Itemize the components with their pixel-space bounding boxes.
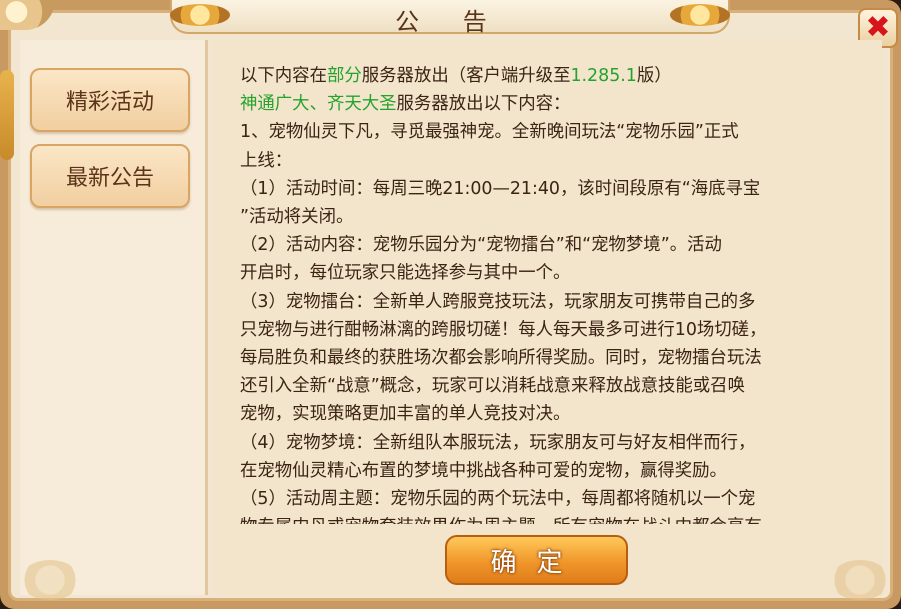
cloud-ornament-icon bbox=[670, 4, 730, 26]
announcement-content[interactable]: 以下内容在部分服务器放出（客户端升级至1.285.1版） 神通广大、齐天大圣服务… bbox=[212, 40, 882, 595]
tassel-ornament-icon bbox=[0, 70, 14, 160]
title-bar: 公 告 bbox=[170, 0, 730, 36]
announcement-line: （3）宠物擂台：全新单人跨服竞技玩法，玩家朋友可携带自己的多 bbox=[240, 291, 756, 312]
text-segment: 服务器放出以下内容： bbox=[396, 94, 571, 115]
announcement-line: 物专属内丹或宠物套装效果作为周主题，所有宠物在战斗中都会享有 bbox=[240, 513, 855, 524]
announcement-line: 宠物，实现策略更加丰富的单人竞技对决。 bbox=[240, 404, 571, 425]
announcement-line: 1、宠物仙灵下凡，寻觅最强神宠。全新晚间玩法“宠物乐园”正式 bbox=[240, 122, 739, 143]
text-segment: 服务器放出（客户端升级至 bbox=[361, 66, 571, 86]
announcement-line: 开启时，每位玩家只能选择参与其中一个。 bbox=[240, 263, 571, 284]
sidebar: 精彩活动 最新公告 bbox=[20, 40, 205, 595]
tab-featured-events[interactable]: 精彩活动 bbox=[30, 68, 190, 132]
announcement-line: 每局胜负和最终的获胜场次都会影响所得奖励。同时，宠物擂台玩法 bbox=[240, 348, 762, 369]
confirm-button[interactable]: 确定 bbox=[445, 535, 628, 585]
announcement-line: （5）活动周主题：宠物乐园的两个玩法中，每周都将随机以一个宠 bbox=[240, 489, 756, 510]
divider bbox=[205, 40, 208, 595]
highlight-text: 部分 bbox=[326, 66, 362, 86]
cloud-ornament-icon bbox=[20, 560, 80, 600]
text-segment: 以下内容在 bbox=[240, 66, 327, 86]
announcement-line: （1）活动时间：每周三晚21:00—21:40，该时间段原有“海底寻宝 bbox=[240, 178, 761, 199]
tab-latest-announcement[interactable]: 最新公告 bbox=[30, 144, 190, 208]
close-icon: ✖ bbox=[865, 10, 891, 45]
announcement-line: 神通广大、齐天大圣服务器放出以下内容： bbox=[240, 90, 855, 118]
dialog-title: 公 告 bbox=[395, 8, 505, 36]
text-segment: 版） bbox=[636, 66, 672, 86]
announcement-dialog: 公 告 ✖ 精彩活动 最新公告 以下内容在部分服务器放出（客户端升级至1.285… bbox=[0, 0, 901, 609]
version-text: 1.285.1 bbox=[570, 66, 637, 86]
cloud-ornament-icon bbox=[830, 560, 890, 600]
announcement-line: （4）宠物梦境：全新组队本服玩法，玩家朋友可与好友相伴而行， bbox=[240, 432, 756, 453]
announcement-line: 还引入全新“战意”概念，玩家可以消耗战意来释放战意技能或召唤 bbox=[240, 376, 745, 397]
announcement-line: 只宠物与进行酣畅淋漓的跨服切磋！每人每天最多可进行10场切磋， bbox=[240, 319, 767, 340]
announcement-line: （2）活动内容：宠物乐园分为“宠物擂台”和“宠物梦境”。活动 bbox=[240, 235, 722, 256]
cloud-ornament-icon bbox=[170, 4, 230, 26]
announcement-line: ”活动将关闭。 bbox=[240, 207, 354, 228]
announcement-text-scroll[interactable]: 以下内容在部分服务器放出（客户端升级至1.285.1版） 神通广大、齐天大圣服务… bbox=[240, 62, 855, 524]
server-names: 神通广大、齐天大圣 bbox=[240, 94, 397, 115]
announcement-line: 在宠物仙灵精心布置的梦境中挑战各种可爱的宠物，赢得奖励。 bbox=[240, 460, 727, 481]
announcement-line: 以下内容在部分服务器放出（客户端升级至1.285.1版） bbox=[240, 62, 855, 90]
announcement-line: 上线： bbox=[240, 150, 293, 171]
